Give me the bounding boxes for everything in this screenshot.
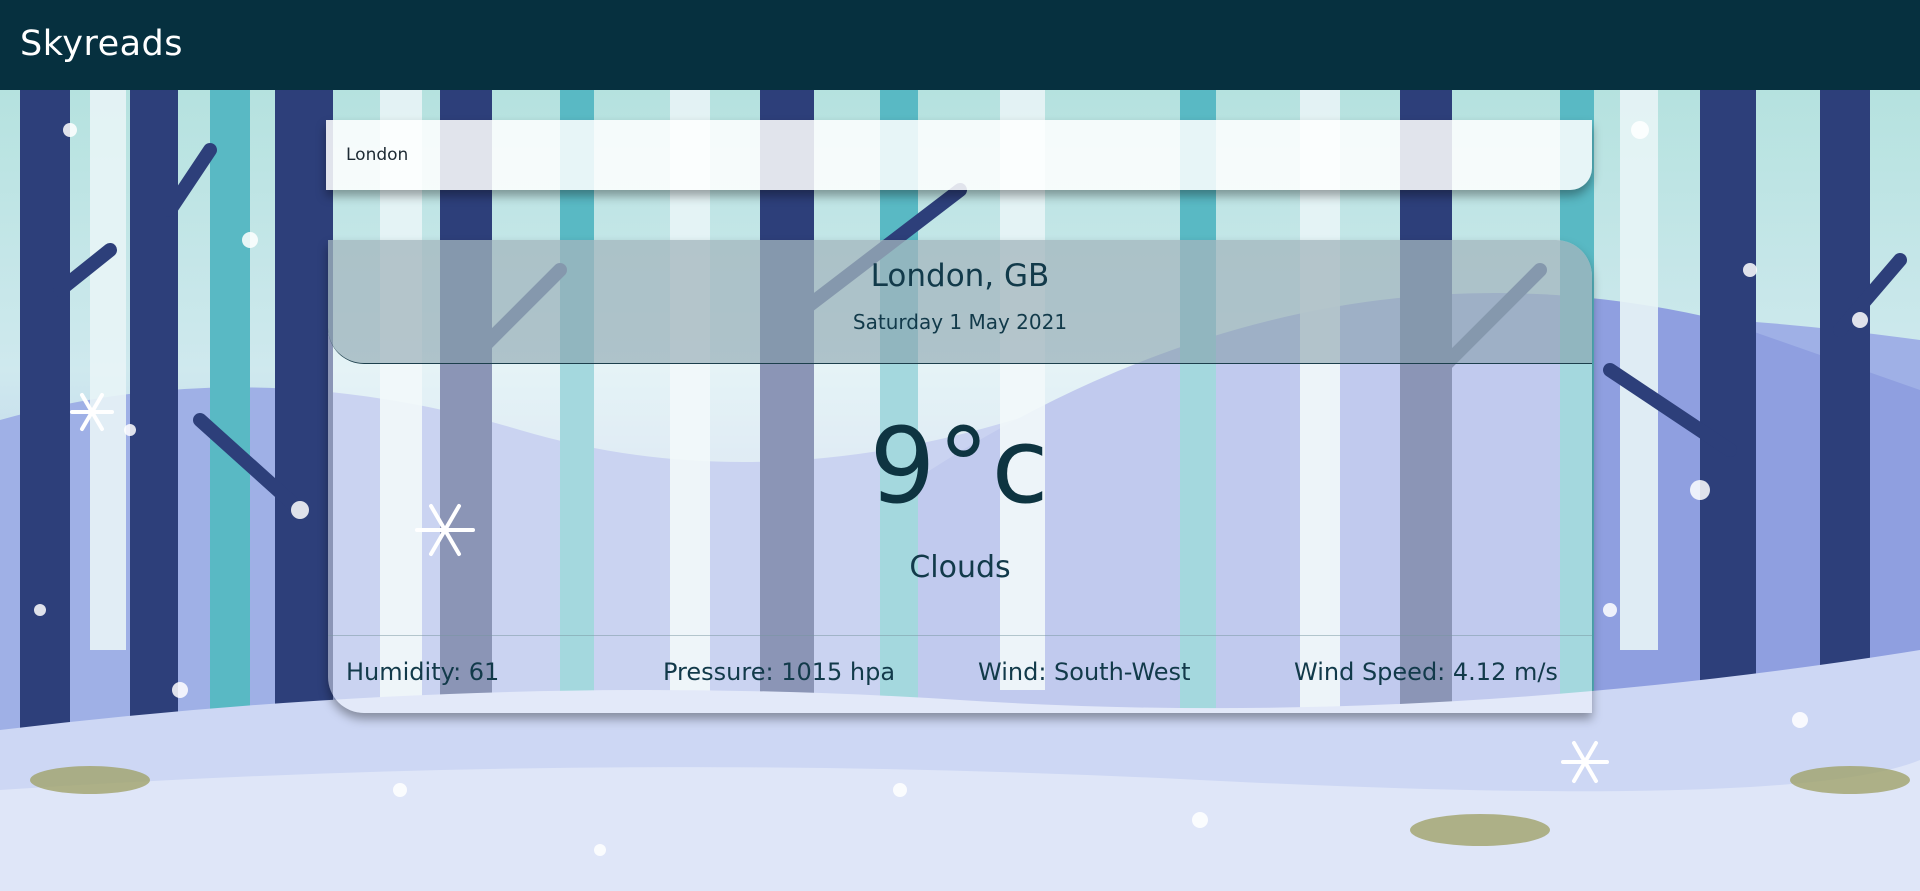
current-date: Saturday 1 May 2021 [852,310,1068,334]
temperature-value: 9°c [869,405,1051,527]
weather-card-header: London, GB Saturday 1 May 2021 [328,240,1592,364]
humidity-stat: Humidity: 61 [346,658,500,686]
location-name: London, GB [870,258,1050,294]
wind-speed-stat: Wind Speed: 4.12 m/s [1294,658,1558,686]
weather-condition: Clouds [909,550,1011,585]
weather-stats: Humidity: 61 Pressure: 1015 hpa Wind: So… [328,635,1592,713]
navbar: Skyreads [0,0,1920,90]
brand-logo[interactable]: Skyreads [20,24,183,64]
city-search-input[interactable] [326,120,1592,190]
pressure-stat: Pressure: 1015 hpa [663,658,896,686]
weather-card: London, GB Saturday 1 May 2021 9°c Cloud… [328,240,1592,713]
wind-direction-stat: Wind: South-West [978,658,1191,686]
